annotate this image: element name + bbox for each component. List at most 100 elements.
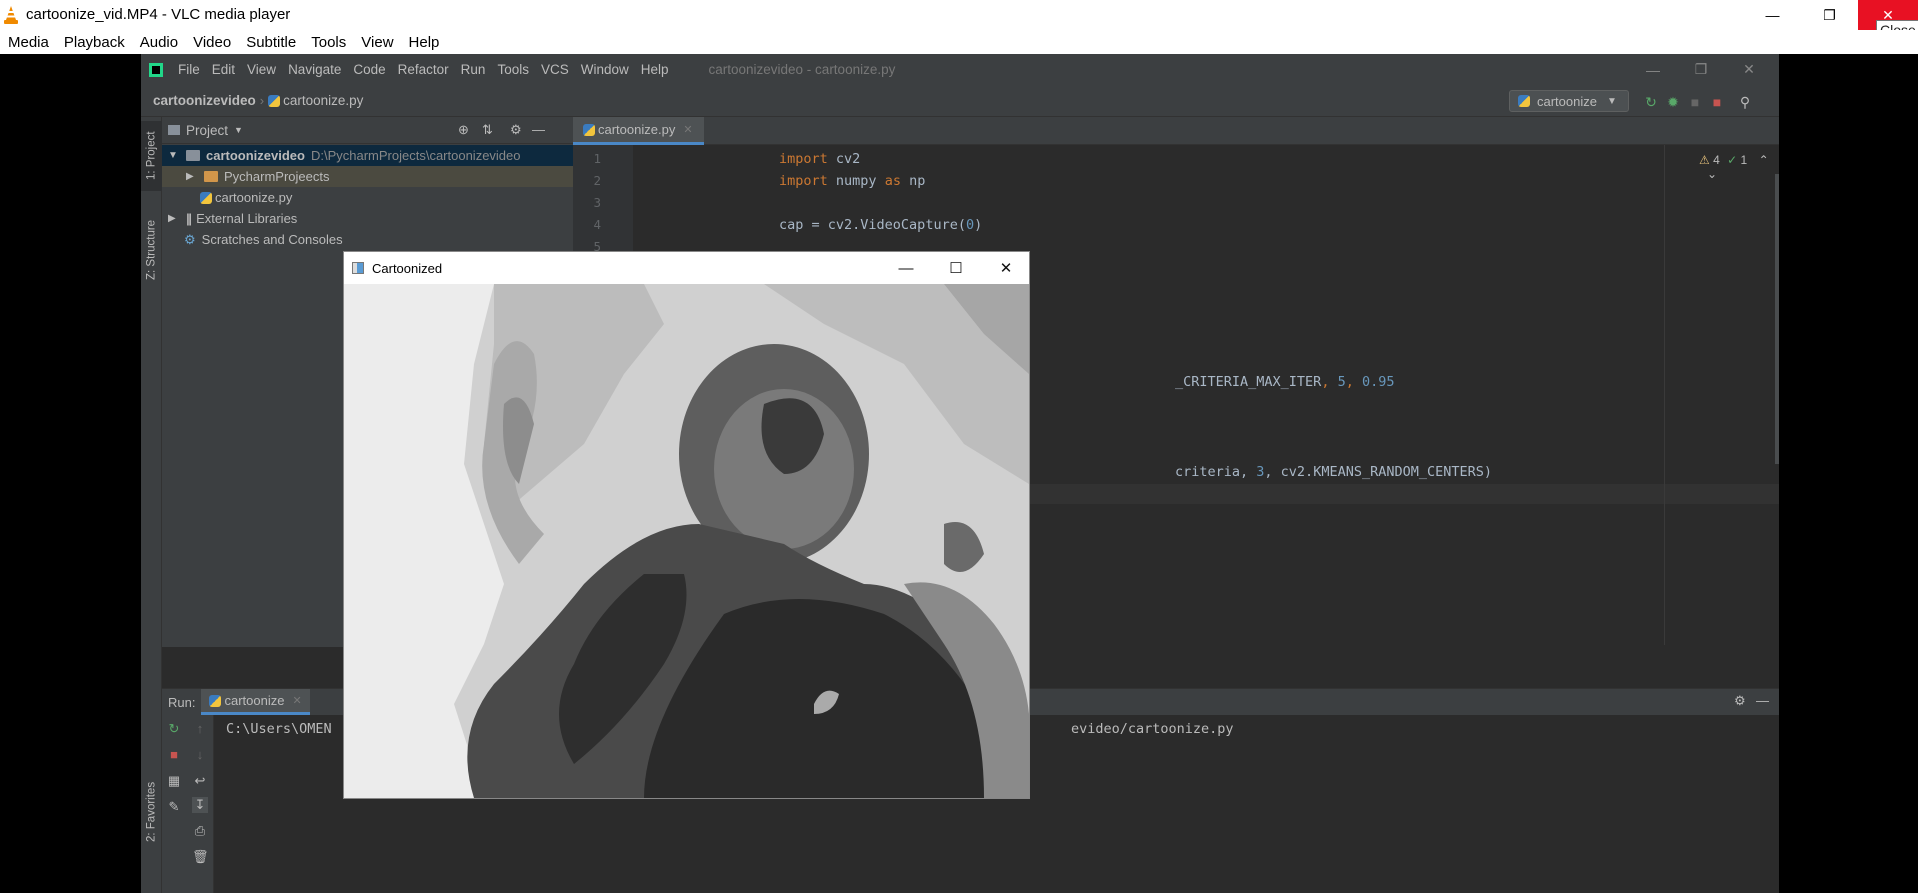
- folder-icon: [204, 171, 218, 182]
- chevron-down-icon: ▼: [234, 125, 243, 135]
- tree-row-folder: ▶ PycharmProjeects: [162, 166, 573, 187]
- pin-icon: ✎: [168, 799, 180, 814]
- code-text: criteria,: [1175, 464, 1257, 480]
- menu-video[interactable]: Video: [185, 34, 238, 51]
- search-icon: ⚲: [1739, 94, 1751, 110]
- pc-menu-file: File: [178, 62, 200, 77]
- pc-menu-run: Run: [460, 62, 486, 77]
- breadcrumb-separator: ›: [259, 93, 265, 108]
- python-file-icon: [268, 94, 281, 107]
- run-config-selector: cartoonize ▼: [1509, 90, 1629, 112]
- check-count: 1: [1740, 153, 1748, 167]
- chevron-down-icon: ⌄: [1707, 167, 1718, 181]
- code-line-1: import cv2: [779, 151, 860, 167]
- gear-icon: ⚙: [1734, 693, 1746, 708]
- collapse-icon: ⇅: [482, 122, 493, 137]
- cv-minimize-icon: —: [898, 259, 914, 277]
- code-text: ER: [1305, 374, 1322, 390]
- console-text-left: C:\Users\OMEN: [226, 721, 332, 737]
- chevron-right-icon: ▶: [186, 171, 194, 182]
- line-number: 4: [593, 217, 601, 232]
- pc-restore-icon: ❐: [1694, 61, 1708, 77]
- code-line-2: import numpy as np: [779, 173, 925, 189]
- menu-subtitle[interactable]: Subtitle: [238, 34, 303, 51]
- tree-root-path: D:\PycharmProjects\cartoonizevideo: [310, 148, 521, 163]
- code-text: , cv2.KMEANS_RANDOM_CENTERS): [1264, 464, 1492, 480]
- editor-tab-label: cartoonize.py: [598, 122, 676, 137]
- code-fragment-kmeans: criteria, 3, cv2.KMEANS_RANDOM_CENTERS): [1175, 464, 1492, 480]
- inspection-widget: ⚠ 4 ✓ 1 ⌃ ⌄: [1699, 153, 1779, 181]
- hide-icon: —: [1756, 693, 1769, 708]
- tree-row-root: ▼ cartoonizevideo D:\PycharmProjects\car…: [162, 145, 573, 166]
- chevron-right-icon: ▶: [168, 213, 176, 224]
- line-number: 3: [593, 195, 601, 210]
- menu-media[interactable]: Media: [0, 34, 56, 51]
- pc-menu-navigate: Navigate: [288, 62, 342, 77]
- code-text: _CRITERIA_MAX_IT: [1175, 374, 1306, 390]
- close-tab-icon: ✕: [683, 124, 693, 136]
- code-keyword: as: [884, 173, 901, 189]
- tree-external-label: External Libraries: [196, 211, 298, 226]
- minimize-button[interactable]: —: [1744, 0, 1801, 30]
- stop-icon: ■: [170, 747, 178, 762]
- debug-icon: ✹: [1667, 94, 1679, 110]
- coverage-icon: ■: [1690, 94, 1700, 110]
- menu-view[interactable]: View: [353, 34, 400, 51]
- code-line-4: cap = cv2.VideoCapture(0): [779, 217, 982, 233]
- layout-icon: ▦: [167, 773, 181, 788]
- project-icon: [168, 125, 180, 135]
- run-config-label: cartoonize: [1537, 93, 1597, 109]
- run-tab-label: cartoonize: [224, 693, 285, 708]
- vlc-title-bar: cartoonize_vid.MP4 - VLC media player — …: [0, 0, 1918, 41]
- tree-file-name: cartoonize.py: [215, 190, 293, 205]
- tree-row-scratches: ⚙ Scratches and Consoles: [162, 229, 573, 250]
- warning-count: 4: [1713, 153, 1720, 167]
- tree-row-file: cartoonize.py: [162, 187, 573, 208]
- code-keyword: import: [779, 151, 828, 167]
- window-app-icon: [352, 262, 364, 274]
- menu-tools[interactable]: Tools: [303, 34, 353, 51]
- pycharm-menu-bar: File Edit View Navigate Code Refactor Ru…: [141, 54, 1779, 85]
- code-text: cv2.VideoCapture(: [827, 217, 966, 233]
- arrow-down-icon: ↓: [196, 747, 204, 762]
- pc-menu-code: Code: [353, 62, 386, 77]
- pc-menu-help: Help: [640, 62, 669, 77]
- scroll-to-end-icon: ↧: [192, 797, 208, 813]
- cartoonized-title: Cartoonized: [372, 260, 443, 276]
- cartoon-image: [344, 284, 1029, 798]
- restore-button[interactable]: ❐: [1801, 0, 1858, 30]
- minimize-icon: —: [1765, 7, 1780, 23]
- trash-icon: 🗑: [192, 849, 209, 864]
- cv-close-icon: ✕: [999, 260, 1013, 277]
- cartoonized-title-bar: Cartoonized — ☐ ✕: [344, 252, 1029, 284]
- line-number: 1: [593, 151, 601, 166]
- close-tab-icon: ✕: [292, 695, 302, 707]
- python-file-icon: [1518, 95, 1530, 107]
- restore-icon: ❐: [1823, 6, 1836, 23]
- breadcrumb-file: cartoonize.py: [283, 93, 364, 108]
- run-label: Run:: [168, 694, 196, 710]
- code-punct: ,: [1345, 374, 1362, 390]
- editor-tab-cartoonize: cartoonize.py ✕: [573, 117, 704, 145]
- code-number: 0: [965, 217, 975, 233]
- code-text: ): [974, 217, 983, 233]
- code-number: 5: [1337, 374, 1346, 390]
- pycharm-logo-icon: [149, 62, 163, 77]
- menu-help[interactable]: Help: [401, 34, 447, 51]
- code-number: 0.95: [1361, 374, 1395, 390]
- pc-menu-vcs: VCS: [540, 62, 569, 77]
- cv-maximize-icon: ☐: [949, 260, 963, 277]
- right-margin-guide: [1664, 145, 1665, 645]
- tree-row-external: ▶ ||| External Libraries: [162, 208, 573, 229]
- menu-playback[interactable]: Playback: [56, 34, 132, 51]
- code-text: cv2: [827, 151, 861, 167]
- tree-scratches-label: Scratches and Consoles: [201, 232, 343, 247]
- menu-audio[interactable]: Audio: [132, 34, 185, 51]
- chevron-down-icon: ▼: [168, 150, 178, 161]
- pc-minimize-icon: —: [1646, 61, 1660, 78]
- pc-menu-view: View: [247, 62, 277, 77]
- hide-icon: —: [532, 122, 545, 137]
- code-keyword: import: [779, 173, 828, 189]
- gear-icon: ⚙: [510, 122, 522, 137]
- soft-wrap-icon: ↩: [194, 773, 206, 788]
